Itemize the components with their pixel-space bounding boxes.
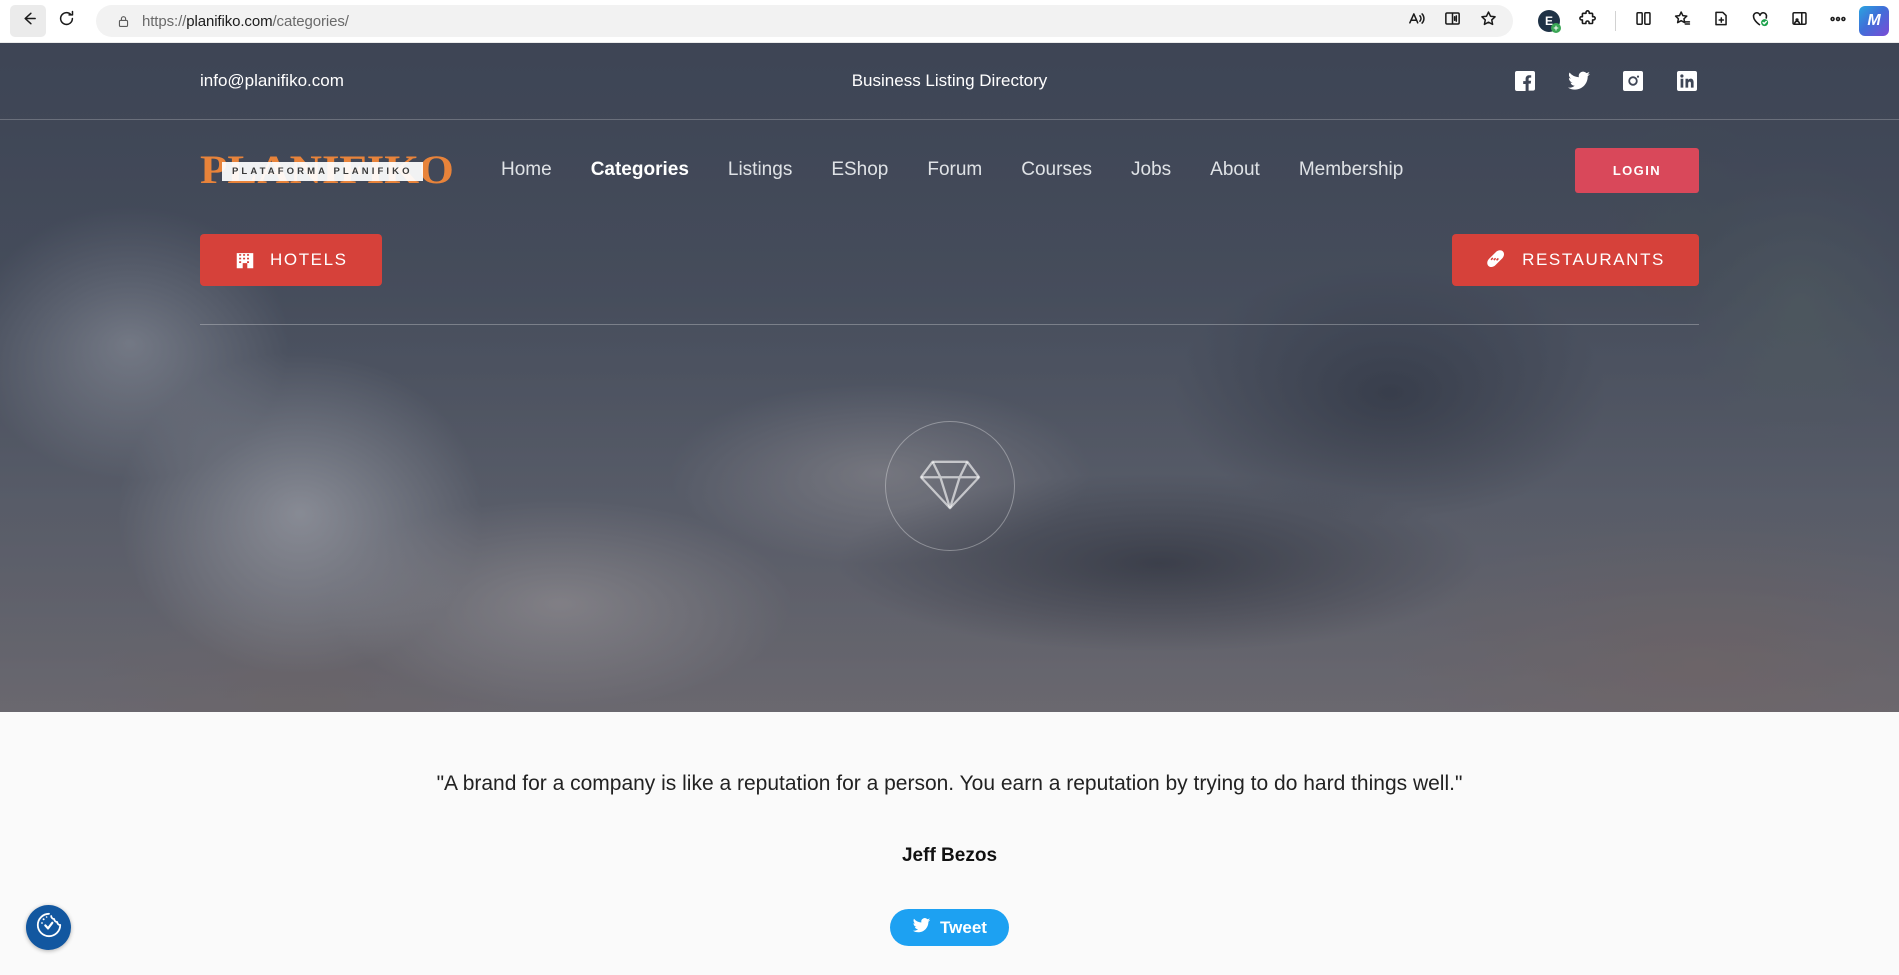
site-logo[interactable]: PLANIFIKO PLATAFORMA PLANIFIKO (200, 146, 454, 194)
lock-icon (110, 14, 136, 29)
nav-item-about[interactable]: About (1210, 159, 1260, 181)
category-button-restaurants[interactable]: RESTAURANTS (1452, 234, 1699, 286)
address-bar[interactable]: https://planifiko.com/categories/ (96, 5, 1513, 37)
login-button[interactable]: LOGIN (1574, 147, 1699, 193)
hero-section: info@planifiko.com Business Listing Dire… (0, 43, 1899, 712)
contact-email[interactable]: info@planifiko.com (200, 71, 344, 91)
diamond-icon (919, 456, 981, 517)
main-nav: Home Categories Listings EShop Forum Cou… (501, 159, 1403, 181)
nav-item-home[interactable]: Home (501, 159, 552, 181)
main-navigation-bar: PLANIFIKO PLATAFORMA PLANIFIKO Home Cate… (0, 120, 1899, 220)
category-label-hotels: HOTELS (270, 250, 348, 269)
collections-button[interactable] (1664, 5, 1700, 37)
extension-badge-icon: E + (1538, 10, 1561, 33)
accessibility-widget-button[interactable] (26, 905, 71, 950)
quote-author: Jeff Bezos (901, 845, 998, 867)
nav-item-eshop[interactable]: EShop (831, 159, 888, 181)
category-label-restaurants: RESTAURANTS (1522, 250, 1665, 269)
more-options-button[interactable] (1820, 5, 1856, 37)
more-options-icon (1828, 9, 1848, 34)
reload-icon (57, 9, 76, 33)
add-favorite-button[interactable] (1471, 7, 1505, 35)
quote-text: "A brand for a company is like a reputat… (436, 772, 1463, 795)
nav-item-courses[interactable]: Courses (1021, 159, 1092, 181)
nav-item-membership[interactable]: Membership (1299, 159, 1404, 181)
twitter-icon[interactable] (1567, 69, 1591, 93)
split-screen-button[interactable] (1625, 5, 1661, 37)
puzzle-icon (1578, 9, 1598, 34)
site-tagline: Business Listing Directory (851, 71, 1048, 90)
reload-button[interactable] (48, 5, 84, 37)
immersive-reader-icon (1443, 9, 1462, 33)
page-content: info@planifiko.com Business Listing Dire… (0, 43, 1899, 975)
extensions-button[interactable] (1570, 5, 1606, 37)
nav-item-categories[interactable]: Categories (591, 159, 689, 181)
toolbar-divider (1615, 11, 1616, 31)
collections-star-icon (1673, 9, 1692, 33)
site-topbar: info@planifiko.com Business Listing Dire… (0, 43, 1899, 119)
read-aloud-icon (1407, 9, 1426, 33)
sidebar-icon (1790, 9, 1809, 33)
facebook-icon[interactable] (1513, 69, 1537, 93)
url-text: https://planifiko.com/categories/ (142, 12, 349, 30)
nav-item-forum[interactable]: Forum (927, 159, 982, 181)
accessibility-cookie-icon (34, 910, 64, 945)
extension-badge-button[interactable]: E + (1531, 5, 1567, 37)
logo-subtitle: PLATAFORMA PLANIFIKO (222, 162, 423, 181)
browser-toolbar: https://planifiko.com/categories/ E + M (0, 0, 1899, 43)
quote-section: "A brand for a company is like a reputat… (0, 712, 1899, 975)
split-screen-icon (1634, 9, 1653, 33)
browser-essentials-button[interactable] (1742, 5, 1778, 37)
extension-plus-icon: + (1551, 23, 1561, 33)
category-buttons-row: HOTELS RESTAURANTS (0, 220, 1899, 286)
hotel-icon (234, 249, 256, 271)
nav-item-jobs[interactable]: Jobs (1131, 159, 1171, 181)
add-to-collection-button[interactable] (1703, 5, 1739, 37)
twitter-bird-icon (912, 916, 931, 940)
browser-toolbar-right: E + M (1523, 5, 1889, 37)
hero-divider (200, 324, 1699, 325)
address-bar-actions (1399, 7, 1507, 35)
copilot-icon[interactable]: M (1859, 6, 1889, 36)
heart-check-icon (1750, 9, 1770, 34)
back-arrow-icon (19, 9, 38, 33)
diamond-watermark (884, 421, 1015, 551)
back-button[interactable] (10, 5, 46, 37)
tweet-label: Tweet (940, 917, 987, 937)
social-links (1513, 69, 1699, 93)
read-aloud-button[interactable] (1399, 7, 1433, 35)
sidebar-toggle-button[interactable] (1781, 5, 1817, 37)
tweet-button[interactable]: Tweet (890, 909, 1009, 947)
instagram-icon[interactable] (1621, 69, 1645, 93)
immersive-reader-button[interactable] (1435, 7, 1469, 35)
food-icon (1486, 249, 1508, 271)
star-icon (1479, 9, 1498, 33)
nav-item-listings[interactable]: Listings (728, 159, 792, 181)
category-button-hotels[interactable]: HOTELS (200, 234, 382, 286)
add-to-collection-icon (1712, 9, 1731, 33)
linkedin-icon[interactable] (1675, 69, 1699, 93)
